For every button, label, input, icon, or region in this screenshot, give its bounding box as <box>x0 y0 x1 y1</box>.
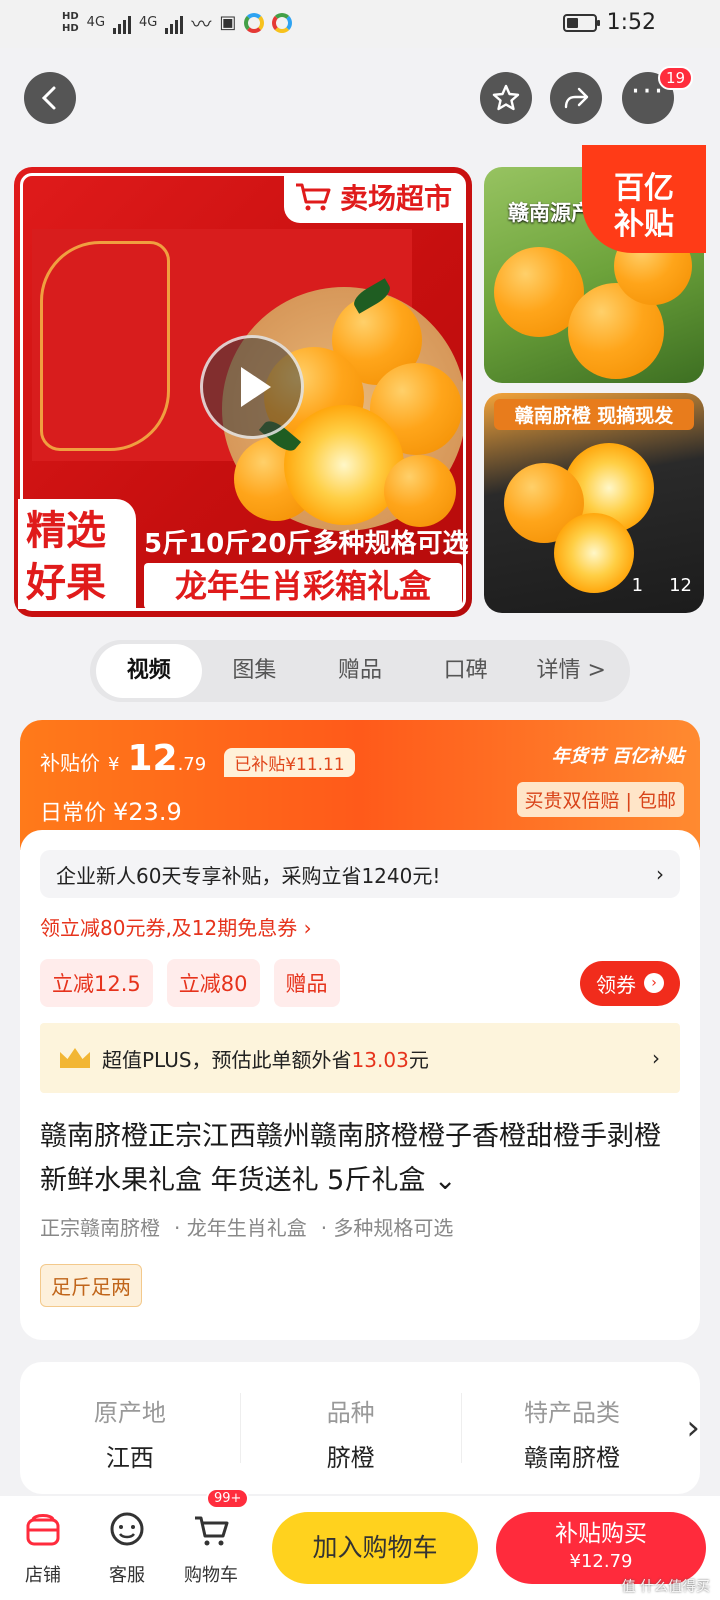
coupon-link[interactable]: 领立减80元券,及12期免息券 › <box>40 912 680 941</box>
weight-tag: 足斤足两 <box>40 1264 142 1307</box>
network-label-2: 4G <box>139 15 158 30</box>
store-tag: 卖场超市 <box>283 173 464 223</box>
customer-service-button[interactable]: 客服 <box>92 1510 162 1587</box>
cart-button[interactable]: 购物车 <box>176 1510 246 1587</box>
tab-details[interactable]: 详情 > <box>518 644 624 698</box>
pick-label: 精选 好果 <box>18 499 136 609</box>
newbie-subsidy-banner[interactable]: 企业新人60天专享补贴，采购立省1240元! › <box>40 850 680 898</box>
chevron-right-icon: › <box>652 1046 660 1070</box>
watermark: 值 什么值得买 <box>621 1579 710 1595</box>
network-label: 4G <box>86 15 106 30</box>
status-bar: HD HD 4G 4G 〰 ▣ 1:52 <box>0 0 720 48</box>
subsidy-corner-tag: 百亿 补贴 <box>582 145 706 253</box>
promo-chip[interactable]: 立减80 <box>166 959 260 1007</box>
tab-video[interactable]: 视频 <box>96 644 202 698</box>
gift-box-line: 龙年生肖彩箱礼盒 <box>144 563 462 609</box>
price-card: 补贴价 ¥ 12 .79 已补贴¥11.11 日常价 ¥23.9 年货节 百亿补… <box>20 720 700 1340</box>
wifi-icon: 〰 <box>191 12 212 36</box>
buy-now-button[interactable]: 补贴购买 ¥12.79 <box>496 1512 706 1584</box>
feature-item: · 多种规格可选 <box>320 1216 454 1240</box>
attribute-strip[interactable]: 原产地 江西 品种 脐橙 特产品类 赣南脐橙 › <box>20 1362 700 1494</box>
gift-icon: ▣ <box>219 12 237 33</box>
guarantee-badge[interactable]: 买贵双倍赔 | 包邮 <box>516 782 684 817</box>
plus-savings-amount: 13.03 <box>351 1047 409 1072</box>
orange-slice <box>554 513 634 593</box>
crown-icon <box>60 1048 90 1068</box>
feature-item: 正宗赣南脐橙 <box>40 1216 160 1240</box>
get-coupon-button[interactable]: 领券 › <box>580 960 680 1006</box>
subsidized-amount-badge: 已补贴¥11.11 <box>224 748 355 777</box>
image-counter: 1 12 <box>631 575 692 596</box>
signal-icon <box>113 12 132 34</box>
feature-item: · 龙年生肖礼盒 <box>174 1216 307 1240</box>
attribute-origin: 原产地 江西 <box>20 1393 241 1472</box>
cart-badge: 99+ <box>206 1488 250 1509</box>
media-tabs: 视频 图集 赠品 口碑 详情 > <box>90 640 630 702</box>
spec-line: 5斤10斤20斤多种规格可选 <box>144 529 469 559</box>
play-button[interactable] <box>200 335 304 439</box>
tab-gallery[interactable]: 图集 <box>202 644 308 698</box>
cart-icon <box>295 183 331 211</box>
subsidy-price-decimal: .79 <box>177 754 207 775</box>
promo-chip[interactable]: 立减12.5 <box>40 959 153 1007</box>
star-icon <box>492 84 520 111</box>
signal-icon-2 <box>165 12 184 34</box>
shopping-cart-icon <box>195 1516 229 1546</box>
subsidy-price: 12 <box>127 738 178 779</box>
hd-indicator: HD HD <box>62 10 79 34</box>
daily-price: ¥23.9 <box>113 798 182 826</box>
attribute-category: 特产品类 赣南脐橙 <box>523 1399 620 1472</box>
tab-reviews[interactable]: 口碑 <box>413 644 519 698</box>
daily-price-label: 日常价 <box>40 801 107 826</box>
store-icon <box>26 1514 60 1546</box>
battery-icon <box>562 13 600 32</box>
app-icon-2 <box>272 12 293 33</box>
promo-chip[interactable]: 赠品 <box>273 959 340 1007</box>
chevron-right-icon: › <box>644 973 664 993</box>
product-title[interactable]: 赣南脐橙正宗江西赣州赣南脐橙橙子香橙甜橙手剥橙 新鲜水果礼盒 年货送礼 5斤礼盒… <box>40 1115 680 1203</box>
back-button[interactable] <box>24 72 76 124</box>
tab-gifts[interactable]: 赠品 <box>307 644 413 698</box>
feature-list: 正宗赣南脐橙 · 龙年生肖礼盒 · 多种规格可选 <box>40 1212 453 1241</box>
favorite-button[interactable] <box>480 72 532 124</box>
share-button[interactable] <box>550 72 602 124</box>
app-icon <box>244 12 265 33</box>
more-badge: 19 <box>658 66 694 90</box>
chat-smile-icon <box>110 1512 144 1546</box>
plus-savings-banner[interactable]: 超值PLUS，预估此单额外省13.03元 › <box>40 1023 680 1093</box>
promo-section: 企业新人60天专享补贴，采购立省1240元! › 领立减80元券,及12期免息券… <box>20 830 700 1113</box>
clock: 1:52 <box>606 10 656 35</box>
bottom-action-bar: 店铺 客服 购物车 99+ 加入购物车 补贴购买 ¥12.79 值 什么值得买 <box>0 1488 720 1600</box>
attribute-variety: 品种 脐橙 <box>241 1393 462 1472</box>
image-gallery[interactable]: 卖场超市 精选 好果 5斤10斤20斤多种规格可选 龙年生肖彩箱礼盒 赣南源产 … <box>0 145 720 625</box>
share-icon <box>564 87 589 109</box>
subsidy-price-label: 补贴价 <box>40 751 100 775</box>
chevron-right-icon: › <box>656 862 664 886</box>
currency-symbol: ¥ <box>108 754 120 775</box>
promo-chips: 立减12.5 立减80 赠品 领券 › <box>40 959 680 1007</box>
back-arrow-icon <box>41 86 56 110</box>
store-button[interactable]: 店铺 <box>8 1510 78 1587</box>
main-video-thumbnail[interactable]: 卖场超市 精选 好果 5斤10斤20斤多种规格可选 龙年生肖彩箱礼盒 <box>14 167 472 617</box>
festival-subsidy-logo[interactable]: 年货节 百亿补贴 <box>552 742 684 768</box>
add-to-cart-button[interactable]: 加入购物车 <box>272 1512 478 1584</box>
chevron-right-icon: › <box>686 1408 700 1448</box>
